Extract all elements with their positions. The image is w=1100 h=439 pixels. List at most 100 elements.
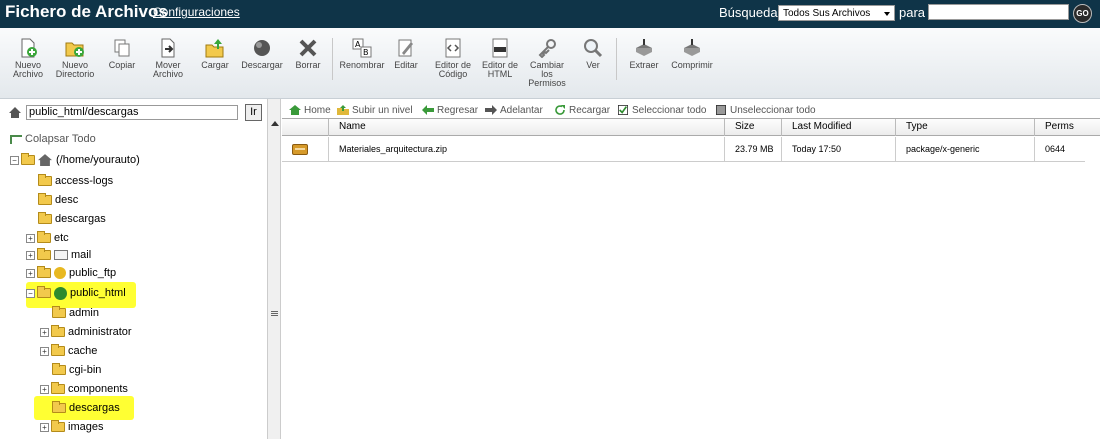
view-button[interactable]: Ver	[580, 38, 606, 70]
tree-item-images[interactable]: + images	[40, 419, 103, 436]
up-level-button[interactable]: Subir un nivel	[337, 105, 413, 116]
tree-root[interactable]: − (/home/yourauto)	[10, 152, 140, 169]
tree-item-admin[interactable]: admin	[52, 305, 99, 322]
move-file-button[interactable]: Mover Archivo	[150, 38, 186, 79]
back-button[interactable]: Regresar	[422, 105, 478, 116]
html-editor-icon	[492, 38, 508, 58]
envelope-icon	[54, 250, 68, 261]
pane-splitter-scrollbar[interactable]	[267, 99, 281, 439]
collapse-all-link[interactable]: Colapsar Todo	[10, 133, 96, 145]
file-perms-cell[interactable]: 0644	[1034, 137, 1085, 162]
move-file-label: Mover Archivo	[152, 60, 183, 79]
delete-button[interactable]: Borrar	[292, 38, 324, 70]
code-editor-icon	[445, 38, 461, 58]
copy-button[interactable]: Copiar	[106, 38, 138, 70]
icon-column-header	[282, 119, 328, 136]
tree-item-etc[interactable]: + etc	[26, 230, 69, 247]
expand-icon[interactable]: +	[26, 268, 35, 278]
tree-item-desc[interactable]: desc	[38, 192, 78, 209]
tree-item-mail[interactable]: + mail	[26, 247, 91, 264]
tree-item-cache[interactable]: + cache	[40, 343, 97, 360]
expand-icon[interactable]: +	[26, 250, 35, 260]
unselect-all-button[interactable]: Unseleccionar todo	[715, 105, 816, 116]
upload-icon	[205, 39, 224, 58]
forward-button[interactable]: Adelantar	[485, 105, 543, 116]
select-all-label: Seleccionar todo	[632, 105, 707, 116]
expand-icon[interactable]: +	[40, 384, 49, 394]
tree-item-administrator[interactable]: + administrator	[40, 324, 132, 341]
file-size-cell: 23.79 MB	[724, 137, 781, 162]
magnifier-icon	[584, 39, 603, 58]
back-label: Regresar	[437, 105, 479, 116]
collapse-icon[interactable]: −	[10, 155, 19, 165]
tree-item-access-logs[interactable]: access-logs	[38, 173, 113, 190]
table-row[interactable]: Materiales_arquitectura.zip 23.79 MB Tod…	[282, 137, 1085, 162]
table-header-row: Name Size Last Modified Type Perms	[282, 119, 1100, 136]
tree-item-components[interactable]: + components	[40, 381, 128, 398]
refresh-icon	[555, 105, 565, 116]
collapse-icon[interactable]: −	[26, 288, 35, 298]
size-column-header[interactable]: Size	[724, 119, 781, 136]
modified-column-header[interactable]: Last Modified	[781, 119, 895, 136]
download-button[interactable]: Descargar	[238, 38, 286, 70]
folder-icon	[52, 363, 66, 376]
collapse-tree-icon	[10, 134, 22, 144]
rename-button[interactable]: AB Renombrar	[338, 38, 386, 70]
settings-link[interactable]: Configuraciones	[153, 5, 240, 19]
svg-text:A: A	[355, 40, 361, 49]
code-editor-button[interactable]: Editor de Código	[432, 38, 474, 79]
tree-item-descargas[interactable]: descargas	[38, 211, 106, 228]
globe-icon	[54, 286, 67, 300]
go-to-path-button[interactable]: Ir	[245, 104, 262, 121]
compress-icon	[684, 39, 700, 56]
edit-icon	[398, 39, 413, 57]
extract-button[interactable]: Extraer	[626, 38, 662, 70]
tree-item-cgi-bin[interactable]: cgi-bin	[52, 362, 101, 379]
collapse-all-label: Colapsar Todo	[25, 133, 96, 145]
folder-open-icon	[21, 153, 35, 166]
file-name-cell[interactable]: Materiales_arquitectura.zip	[328, 137, 724, 162]
expand-icon[interactable]: +	[40, 346, 49, 356]
edit-button[interactable]: Editar	[392, 38, 420, 70]
navigation-bar: Home Subir un nivel Regresar Adelantar R…	[282, 99, 1100, 118]
name-column-header[interactable]: Name	[328, 119, 724, 136]
tree-item-label: access-logs	[55, 175, 114, 187]
upload-button[interactable]: Cargar	[198, 38, 232, 70]
folder-icon	[38, 193, 52, 206]
new-file-button[interactable]: Nuevo Archivo	[10, 38, 46, 79]
tree-item-public-ftp[interactable]: + public_ftp	[26, 265, 116, 282]
code-editor-label: Editor de Código	[434, 60, 472, 79]
search-input[interactable]	[928, 4, 1069, 20]
go-button[interactable]: GO	[1073, 4, 1092, 23]
compress-button[interactable]: Comprimir	[668, 38, 716, 70]
folder-icon	[37, 231, 51, 244]
forward-label: Adelantar	[500, 105, 543, 116]
home-nav-button[interactable]: Home	[289, 105, 331, 116]
tree-item-public-html[interactable]: − public_html	[26, 285, 126, 302]
home-icon	[9, 107, 21, 118]
path-input[interactable]: public_html/descargas	[26, 105, 238, 120]
file-table: Name Size Last Modified Type Perms Mater…	[282, 118, 1100, 439]
expand-icon[interactable]: +	[40, 422, 49, 432]
checkbox-empty-icon	[716, 105, 726, 116]
edit-label: Editar	[394, 60, 418, 70]
copy-icon	[114, 39, 130, 57]
toolbar-separator	[616, 38, 617, 80]
tree-root-label: (/home/yourauto)	[56, 154, 140, 166]
splitter-grip-icon[interactable]	[271, 311, 278, 316]
select-all-button[interactable]: Seleccionar todo	[617, 105, 707, 116]
expand-icon[interactable]: +	[26, 233, 35, 243]
tree-item-label: images	[68, 421, 104, 433]
scroll-up-icon[interactable]	[271, 121, 279, 126]
directory-tree-pane: public_html/descargas Ir Colapsar Todo −…	[0, 99, 268, 439]
copy-label: Copiar	[108, 60, 136, 70]
search-scope-select[interactable]: Todos Sus Archivos	[778, 5, 895, 21]
expand-icon[interactable]: +	[40, 327, 49, 337]
html-editor-button[interactable]: Editor de HTML	[479, 38, 521, 79]
change-permissions-button[interactable]: Cambiar los Permisos	[526, 38, 568, 88]
new-folder-button[interactable]: Nuevo Directorio	[52, 38, 98, 79]
reload-button[interactable]: Recargar	[554, 105, 610, 116]
tree-item-descargas-selected[interactable]: descargas	[52, 400, 120, 417]
type-column-header[interactable]: Type	[895, 119, 1034, 136]
perms-column-header[interactable]: Perms	[1034, 119, 1085, 136]
